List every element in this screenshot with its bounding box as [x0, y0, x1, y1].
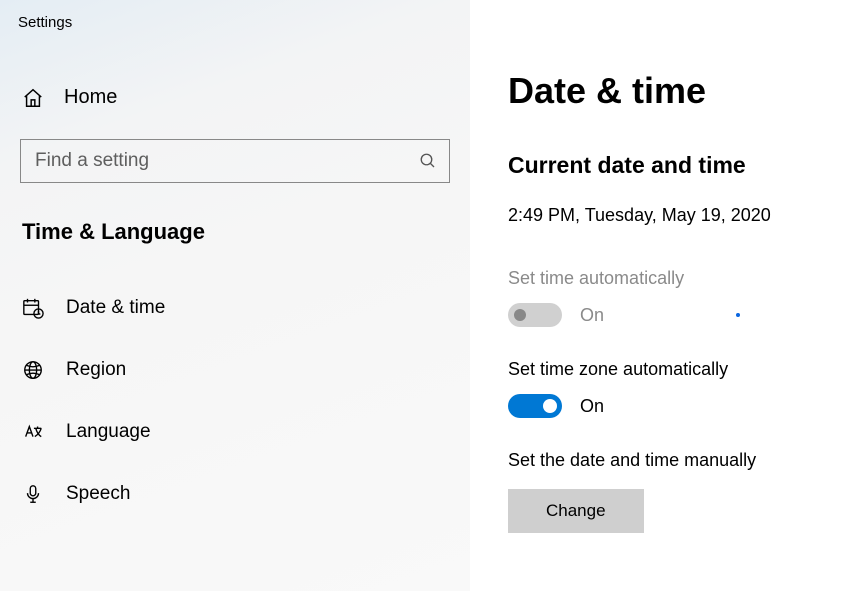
page-title: Date & time [508, 70, 845, 112]
language-icon [22, 421, 44, 443]
home-nav[interactable]: Home [0, 31, 470, 109]
current-datetime-value: 2:49 PM, Tuesday, May 19, 2020 [508, 205, 845, 226]
search-icon [419, 152, 437, 170]
search-box[interactable] [20, 139, 450, 183]
set-time-auto-label: Set time automatically [508, 268, 845, 289]
main-content: Date & time Current date and time 2:49 P… [470, 0, 845, 591]
set-time-auto-toggle [508, 303, 562, 327]
globe-icon [22, 359, 44, 381]
sidebar-item-label: Date & time [66, 297, 165, 319]
sidebar-item-label: Speech [66, 483, 130, 505]
change-button[interactable]: Change [508, 489, 644, 533]
set-zone-auto-state: On [580, 396, 604, 417]
sidebar-item-region[interactable]: Region [0, 339, 470, 401]
sidebar-item-date-time[interactable]: Date & time [0, 277, 470, 339]
sidebar-item-label: Region [66, 359, 126, 381]
microphone-icon [22, 483, 44, 505]
home-label: Home [64, 86, 117, 109]
app-title: Settings [0, 0, 470, 31]
current-datetime-heading: Current date and time [508, 152, 845, 179]
search-input[interactable] [33, 149, 419, 173]
set-time-auto-state: On [580, 305, 604, 326]
category-title: Time & Language [0, 183, 470, 245]
calendar-clock-icon [22, 297, 44, 319]
set-manual-label: Set the date and time manually [508, 450, 845, 471]
sidebar-item-language[interactable]: Language [0, 401, 470, 463]
sidebar-item-speech[interactable]: Speech [0, 463, 470, 525]
decorative-dot [736, 313, 740, 317]
sidebar-item-label: Language [66, 421, 151, 443]
nav-list: Date & time Region [0, 245, 470, 525]
sidebar: Settings Home [0, 0, 470, 591]
set-zone-auto-label: Set time zone automatically [508, 359, 845, 380]
home-icon [22, 87, 44, 109]
set-zone-auto-toggle[interactable] [508, 394, 562, 418]
